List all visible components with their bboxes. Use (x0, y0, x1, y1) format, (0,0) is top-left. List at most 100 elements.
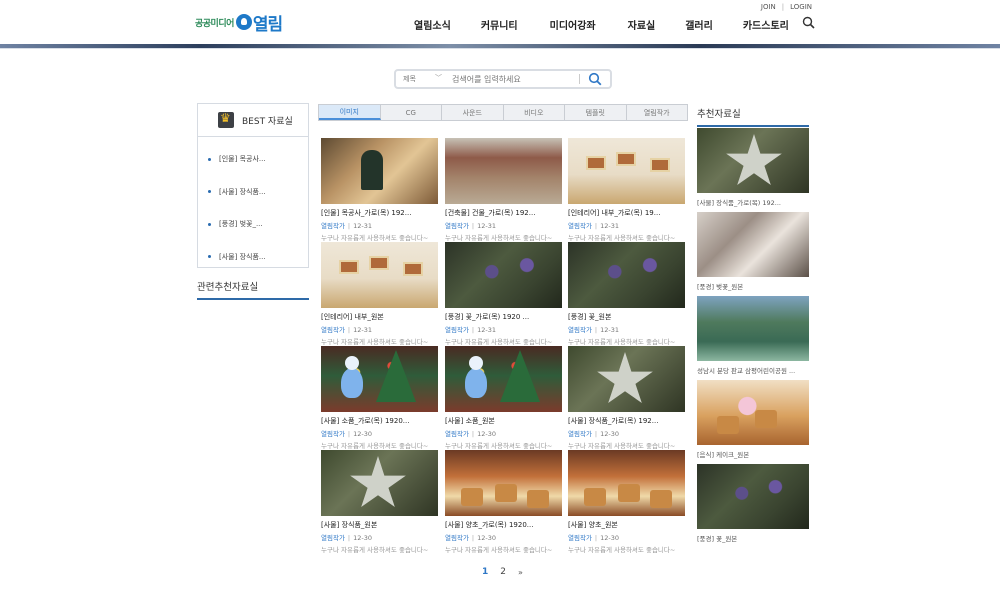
grid-card-title[interactable]: [사물] 양초_원본 (568, 520, 685, 530)
grid-card-thumbnail[interactable] (321, 242, 438, 308)
grid-card-thumbnail[interactable] (568, 138, 685, 204)
snowman-body-shape (465, 368, 487, 398)
header-search-icon[interactable] (802, 16, 815, 29)
grid-card-title[interactable]: [풍경] 꽃_원본 (568, 312, 685, 322)
grid-card[interactable]: [사물] 양초_가로(목) 1920... 열림작가 | 12-30 누구나 자유롭게 … (445, 450, 562, 554)
grid-card-description: 누구나 자유롭게 사용하셔도 좋습니다~ (321, 546, 429, 554)
grid-card-thumbnail[interactable] (445, 346, 562, 412)
grid-card-thumbnail[interactable] (568, 450, 685, 516)
grid-card-title[interactable]: [인물] 목공사_가로(목) 192... (321, 208, 438, 218)
snowman-body-shape (341, 368, 363, 398)
tab-video[interactable]: 비디오 (504, 105, 565, 120)
nav-item-gallery[interactable]: 갤러리 (685, 17, 713, 32)
tab-template[interactable]: 템플릿 (565, 105, 627, 120)
nav-item-card-story[interactable]: 카드스토리 (743, 17, 789, 32)
best-list-item[interactable]: [인물] 목공사... (198, 143, 308, 176)
grid-card-thumbnail[interactable] (445, 242, 562, 308)
recommended-thumbnail[interactable] (697, 128, 809, 193)
grid-card-date: 12-31 (600, 326, 620, 334)
grid-card-author: 열림작가 (445, 326, 469, 334)
christmas-tree-shape (500, 350, 540, 402)
grid-card-description: 누구나 자유롭게 사용하셔도 좋습니다~ (568, 442, 676, 450)
nav-item-community[interactable]: 커뮤니티 (481, 17, 518, 32)
recommended-thumbnail[interactable] (697, 296, 809, 361)
grid-card-meta: 열림작가 | 12-31 (568, 220, 685, 230)
grid-card-title[interactable]: [인테리어] 내부_가로(목) 19... (568, 208, 685, 218)
tab-artist[interactable]: 열림작가 (627, 105, 688, 120)
grid-card[interactable]: [건축물] 건물_가로(목) 192... 열림작가 | 12-31 누구나 자유롭게 … (445, 138, 562, 242)
grid-card-thumbnail[interactable] (445, 138, 562, 204)
header-banner-strip (0, 44, 1000, 49)
grid-card-thumbnail[interactable] (321, 450, 438, 516)
grid-card-meta: 열림작가 | 12-30 (568, 532, 685, 542)
recommended-label[interactable]: [풍경] 꽃_원본 (697, 533, 809, 543)
best-list-item[interactable]: [풍경] 벚꽃_... (198, 208, 308, 241)
recommended-thumbnail[interactable] (697, 464, 809, 529)
grid-card-date: 12-31 (477, 326, 497, 334)
tab-image[interactable]: 이미지 (319, 105, 381, 120)
grid-card[interactable]: [사물] 장식품_가로(목) 192... 열림작가 | 12-30 누구나 자유롭게 … (568, 346, 685, 450)
recommended-item[interactable]: 성남시 분당 판교 삼평어린이공원 ... (697, 296, 809, 375)
grid-card-author: 열림작가 (445, 222, 469, 230)
tab-cg[interactable]: CG (381, 105, 442, 120)
grid-card[interactable]: [사물] 소품_가로(목) 1920... 열림작가 | 12-30 누구나 자유롭게 … (321, 346, 438, 450)
recommended-item[interactable]: [풍경] 꽃_원본 (697, 464, 809, 543)
next-page-icon[interactable]: » (518, 568, 523, 577)
grid-card-title[interactable]: [풍경] 꽃_가로(목) 1920 ... (445, 312, 562, 322)
grid-card-title[interactable]: [사물] 양초_가로(목) 1920... (445, 520, 562, 530)
page-link[interactable]: 2 (500, 567, 506, 577)
recommended-thumbnail[interactable] (697, 212, 809, 277)
grid-card-title[interactable]: [사물] 소품_원본 (445, 416, 562, 426)
grid-card[interactable]: [풍경] 꽃_가로(목) 1920 ... 열림작가 | 12-31 누구나 자유롭게 … (445, 242, 562, 346)
page-link-current[interactable]: 1 (482, 567, 488, 577)
grid-card-title[interactable]: [사물] 장식품_가로(목) 192... (568, 416, 685, 426)
nav-item-media-course[interactable]: 미디어강좌 (550, 17, 596, 32)
grid-card-thumbnail[interactable] (568, 346, 685, 412)
grid-card[interactable]: [사물] 장식품_원본열림작가 | 12-30 누구나 자유롭게 사용하셔도 좋습니다… (321, 450, 438, 554)
recommended-item[interactable]: [사물] 장식품_가로(목) 192... (697, 128, 809, 207)
grid-card[interactable]: [사물] 소품_원본 열림작가 | 12-30 누구나 자유롭게 사용하셔도 좋습니다~ (445, 346, 562, 450)
grid-card-description: 누구나 자유롭게 사용하셔도 좋습니다~ (445, 234, 553, 242)
grid-card-thumbnail[interactable] (445, 450, 562, 516)
snowman-shape (341, 356, 363, 406)
recommended-label[interactable]: [풍경] 벚꽃_원본 (697, 281, 809, 291)
best-item-label: [인물] 목공사... (219, 155, 266, 164)
site-logo[interactable]: 공공미디어 열림 (195, 10, 283, 35)
crown-icon (218, 111, 234, 128)
grid-card-thumbnail[interactable] (568, 242, 685, 308)
grid-card-thumbnail[interactable] (321, 138, 438, 204)
recommended-label[interactable]: [사물] 장식품_가로(목) 192... (697, 197, 809, 207)
recommended-label[interactable]: 성남시 분당 판교 삼평어린이공원 ... (697, 365, 809, 375)
recommended-item[interactable]: [풍경] 벚꽃_원본 (697, 212, 809, 291)
grid-card[interactable]: [인테리어] 내부_가로(목) 19... 열림작가 | 12-31 누구나 자유롭게 … (568, 138, 685, 242)
grid-card-thumbnail[interactable] (321, 346, 438, 412)
bullet-icon (208, 157, 211, 161)
cupcake-shape (717, 416, 739, 434)
recommended-item[interactable]: [음식] 케이크_원본 (697, 380, 809, 459)
tab-sound[interactable]: 사운드 (442, 105, 504, 120)
login-link[interactable]: LOGIN (790, 3, 812, 11)
nav-item-news[interactable]: 열림소식 (414, 17, 451, 32)
grid-card-title[interactable]: [건축물] 건물_가로(목) 192... (445, 208, 562, 218)
search-field-select[interactable]: 제목 ﹀ (396, 71, 448, 87)
grid-card-description: 누구나 자유롭게 사용하셔도 좋습니다~ (445, 338, 553, 346)
grid-card-meta: 열림작가 | 12-30 (321, 532, 438, 542)
join-link[interactable]: JOIN (761, 3, 776, 11)
grid-card[interactable]: [인물] 목공사_가로(목) 192... 열림작가 | 12-31 누구나 자유롭게 … (321, 138, 438, 242)
nav-item-archive[interactable]: 자료실 (628, 17, 656, 32)
best-item-label: [사물] 장식품... (219, 252, 266, 261)
grid-card-title[interactable]: [인테리어] 내부_원본 (321, 312, 438, 322)
best-list-item[interactable]: [사물] 장식품... (198, 241, 308, 274)
grid-card-title[interactable]: [사물] 소품_가로(목) 1920... (321, 416, 438, 426)
grid-card[interactable]: [사물] 양초_원본 열림작가 | 12-30 누구나 자유롭게 사용하셔도 좋습니다~ (568, 450, 685, 554)
search-button[interactable] (580, 71, 610, 87)
dessert-shape (495, 484, 517, 502)
search-input[interactable] (448, 71, 579, 87)
recommended-thumbnail[interactable] (697, 380, 809, 445)
grid-card[interactable]: [풍경] 꽃_원본 열림작가 | 12-31 누구나 자유롭게 사용하셔도 좋습니다~ (568, 242, 685, 346)
grid-card[interactable]: [인테리어] 내부_원본 열림작가 | 12-31 누구나 자유롭게 사용하셔도 좋습니… (321, 242, 438, 346)
grid-card-title[interactable]: [사물] 장식품_원본 (321, 520, 438, 530)
best-list-item[interactable]: [사물] 장식품... (198, 176, 308, 209)
star-ornament-shape (597, 352, 653, 403)
recommended-label[interactable]: [음식] 케이크_원본 (697, 449, 809, 459)
